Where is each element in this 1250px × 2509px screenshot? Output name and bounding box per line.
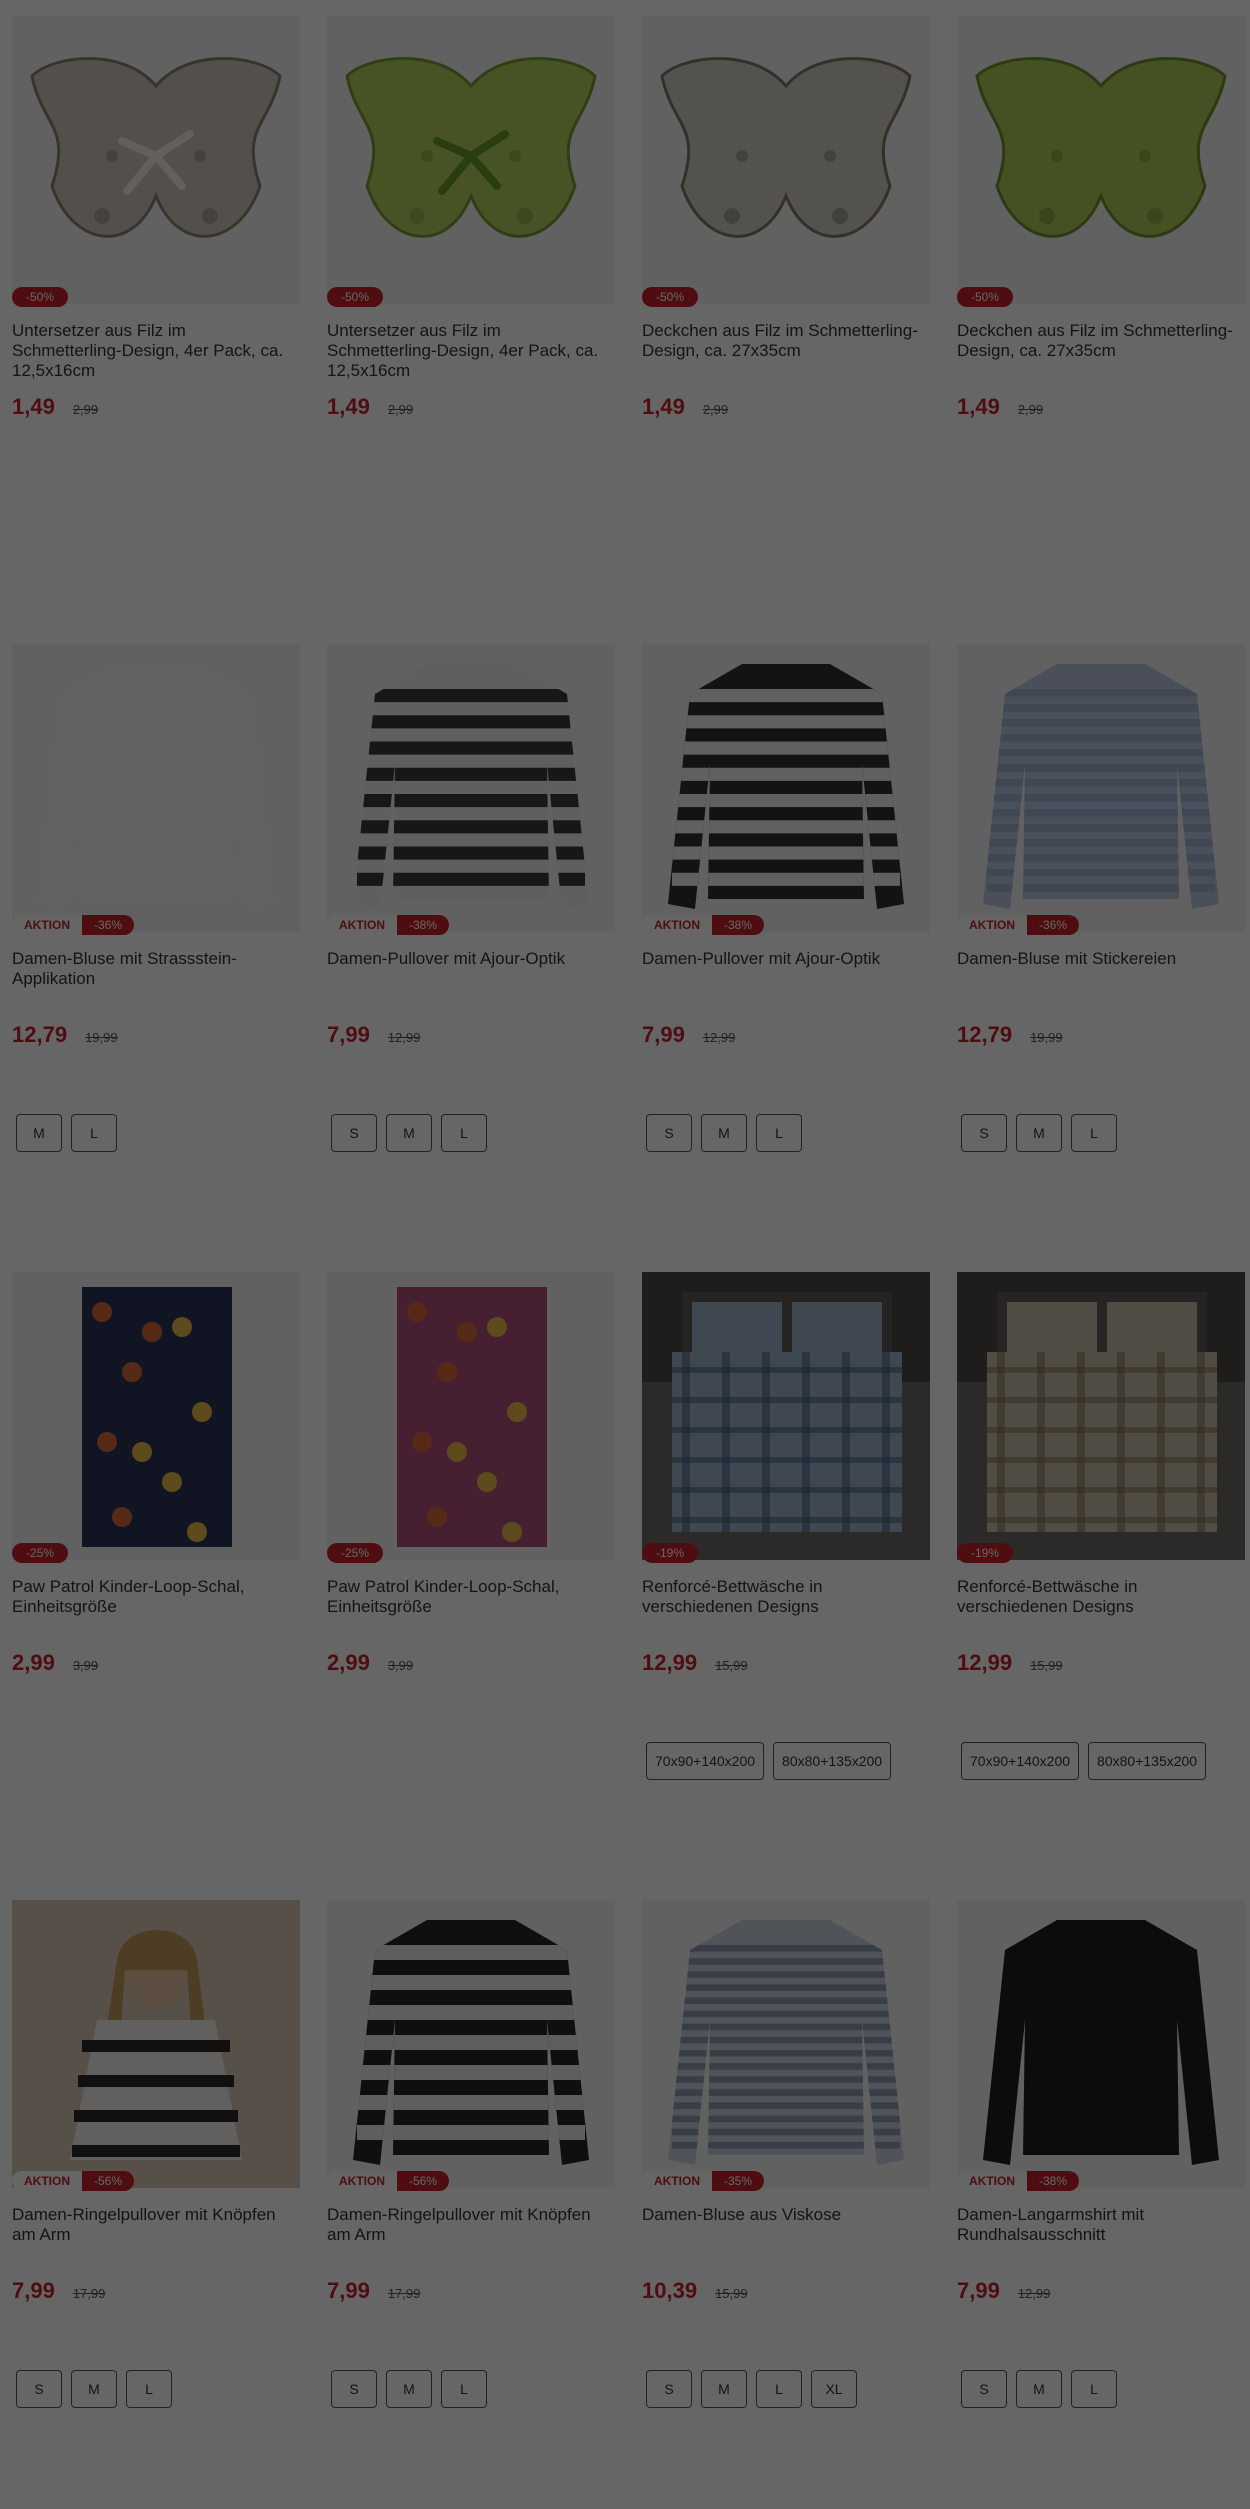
modal-overlay[interactable] xyxy=(0,0,1250,2509)
